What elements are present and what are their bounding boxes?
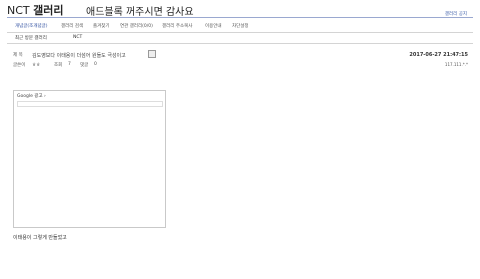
- gallery-menu-bar: 개념글(조개념글) 갤러리 검색 즐겨찾기 연관 갤러리(0/0) 갤러리 주소…: [7, 17, 473, 33]
- post-date: 2017-06-27 21:47:15: [409, 52, 468, 58]
- logo-prefix: NCT: [7, 4, 34, 17]
- image-attachment-icon: [148, 50, 156, 58]
- recent-galleries-label: 최근 방문 갤러리: [15, 36, 47, 41]
- google-ad-box[interactable]: Google 광고 ›: [13, 90, 166, 228]
- ad-content-frame: [17, 101, 163, 107]
- author-ip: 117.111.*.*: [444, 62, 468, 67]
- header-banner: 애드블록 꺼주시면 감사요: [86, 7, 194, 18]
- menu-item-search[interactable]: 갤러리 검색: [61, 23, 83, 29]
- gallery-logo[interactable]: NCT 갤러리: [7, 2, 64, 18]
- title-label: 제 목: [13, 53, 23, 58]
- menu-item-related[interactable]: 연관 갤러리(0/0): [120, 23, 153, 29]
- author-label: 글쓴이: [13, 63, 26, 68]
- post-author[interactable]: ㅎㅎ: [32, 62, 40, 68]
- comments-label: 댓글: [80, 63, 89, 68]
- recent-gallery-link[interactable]: NCT: [73, 35, 82, 40]
- logo-gallery: 갤러리: [33, 4, 64, 17]
- google-ad-label[interactable]: Google 광고 ›: [17, 93, 46, 99]
- menu-item-block-settings[interactable]: 차단설정: [232, 23, 249, 29]
- post-title: 김도영보다 이태용이 더섬어 원들도 극성이고: [32, 53, 126, 59]
- views-label: 조회: [54, 63, 63, 68]
- menu-item-favorites[interactable]: 즐겨찾기: [93, 23, 110, 29]
- menu-item-best[interactable]: 개념글(조개념글): [15, 23, 48, 29]
- menu-item-guide[interactable]: 이용안내: [205, 23, 222, 29]
- views-count: 7: [68, 62, 71, 67]
- comments-count: 0: [94, 62, 97, 67]
- recent-galleries-bar: 최근 방문 갤러리 NCT: [7, 32, 473, 44]
- post-body-text: 이태용이 그렇게 만들었고: [13, 235, 67, 241]
- menu-item-copy-address[interactable]: 갤러리 주소복사: [162, 23, 192, 29]
